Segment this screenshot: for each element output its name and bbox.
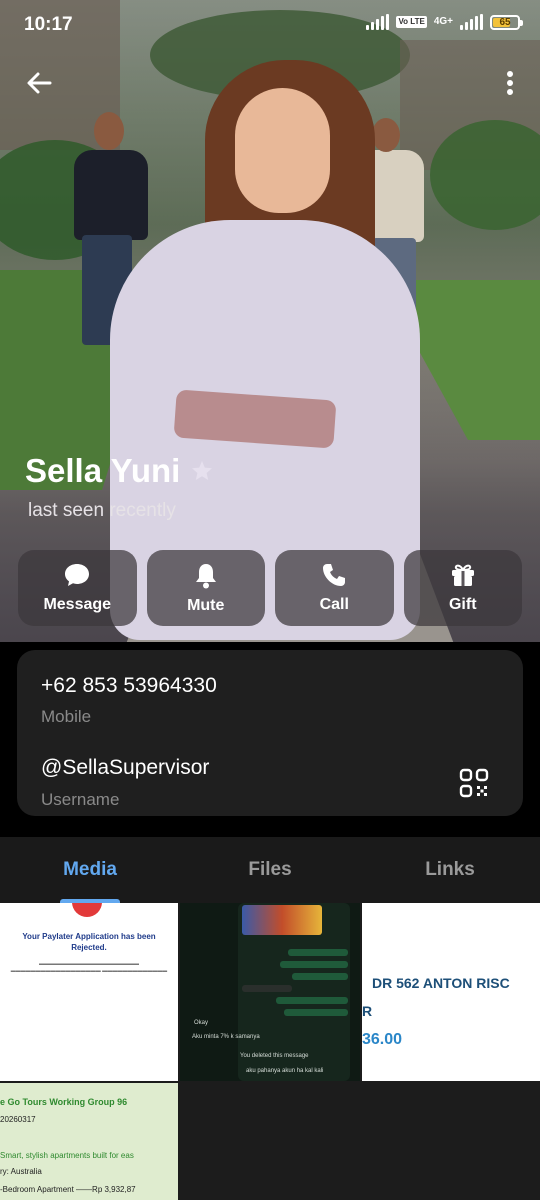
battery-percent: 65: [499, 16, 511, 28]
network-type: 4G+: [433, 16, 453, 27]
chat-image: [242, 905, 322, 935]
battery-icon: 65: [490, 14, 523, 30]
thumb-header: e Go Tours Working Group 96: [0, 1097, 128, 1107]
gift-icon: [451, 564, 474, 586]
chat-message: Okay: [194, 1020, 209, 1026]
last-seen-status: last seen recently: [28, 500, 176, 521]
status-icons: Vo LTE 4G+ 65: [366, 14, 523, 30]
call-button[interactable]: Call: [275, 550, 394, 626]
thumb-text: ry: Australia: [0, 1167, 42, 1176]
info-section: +62 853 53964330 Mobile @SellaSupervisor…: [0, 642, 540, 837]
back-button[interactable]: [22, 66, 56, 100]
thumb-text: R: [362, 1003, 373, 1019]
more-vertical-icon: [507, 71, 513, 95]
thumb-text: Smart, stylish apartments built for eas: [0, 1151, 134, 1160]
mute-button[interactable]: Mute: [146, 550, 265, 626]
action-buttons: Message Mute Call Gift: [18, 550, 522, 626]
media-grid: Your Paylater Application has been Rejec…: [0, 903, 540, 1200]
media-thumbnail[interactable]: e Go Tours Working Group 96 20260317 Sma…: [0, 1083, 178, 1200]
thumb-title: DR 562 ANTON RISC: [372, 975, 510, 991]
gift-label: Gift: [448, 596, 477, 613]
tab-links[interactable]: Links: [360, 837, 540, 903]
message-icon: [65, 564, 90, 586]
rejected-logo: [72, 903, 102, 917]
gift-button[interactable]: Gift: [403, 550, 522, 626]
call-label: Call: [319, 596, 349, 613]
chat-message: Aku minta 7% k samanya: [192, 1034, 260, 1040]
arrow-left-icon: [27, 72, 52, 94]
bell-icon: [195, 563, 216, 588]
media-thumbnail[interactable]: Okay Aku minta 7% k samanya You deleted …: [180, 903, 360, 1081]
media-thumbnail[interactable]: DR 562 ANTON RISC R 36.00: [362, 903, 540, 1081]
message-button[interactable]: Message: [18, 550, 137, 626]
profile-name-row: Sella Yuni: [25, 452, 214, 490]
thumb-text: 20260317: [0, 1115, 36, 1124]
phone-number[interactable]: +62 853 53964330: [41, 674, 217, 698]
thumb-body: ▬▬▬▬▬▬▬▬▬▬▬▬▬▬▬▬▬▬▬▬ ▬▬▬▬▬▬▬▬▬▬▬▬▬▬▬▬▬▬ …: [10, 961, 168, 974]
info-card: +62 853 53964330 Mobile @SellaSupervisor…: [17, 650, 523, 816]
status-bar: 10:17 Vo LTE 4G+ 65: [0, 0, 540, 50]
tab-files[interactable]: Files: [180, 837, 360, 903]
thumb-text: -Bedroom Apartment ——Rp 3,932,87: [0, 1185, 136, 1194]
username[interactable]: @SellaSupervisor: [41, 756, 209, 780]
clock: 10:17: [24, 14, 73, 35]
mute-label: Mute: [187, 596, 225, 614]
chat-message: aku pahanya akun ha kal kali: [246, 1068, 324, 1074]
media-tabs: Media Files Links: [0, 837, 540, 903]
qr-code-icon[interactable]: [459, 768, 489, 798]
phone-icon: [323, 564, 346, 586]
media-thumbnail[interactable]: Your Paylater Application has been Rejec…: [0, 903, 178, 1081]
tab-media[interactable]: Media: [0, 837, 180, 903]
phone-label: Mobile: [41, 707, 92, 726]
volte-badge: Vo LTE: [396, 16, 427, 28]
profile-name: Sella Yuni: [25, 452, 181, 489]
profile-photo[interactable]: [0, 0, 540, 642]
thumb-amount: 36.00: [362, 1031, 403, 1048]
premium-star-icon[interactable]: [190, 459, 214, 483]
wifi-signal-icon: [366, 14, 390, 30]
cell-signal-icon: [460, 14, 483, 30]
more-options-button[interactable]: [500, 66, 520, 100]
message-label: Message: [43, 596, 112, 613]
username-label: Username: [41, 790, 120, 809]
chat-message: You deleted this message: [240, 1053, 309, 1059]
thumb-title: Your Paylater Application has been Rejec…: [22, 932, 156, 952]
